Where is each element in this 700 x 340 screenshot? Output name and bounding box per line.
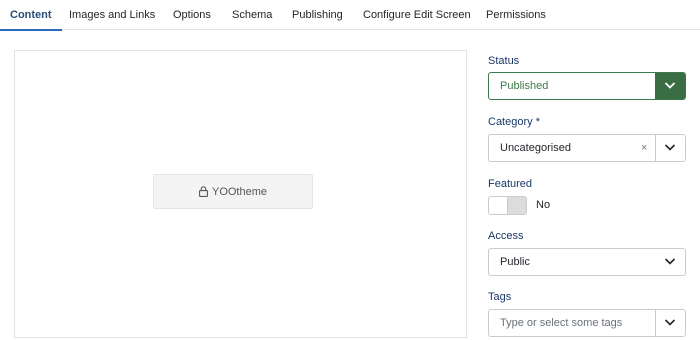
tab-options[interactable]: Options bbox=[173, 0, 211, 30]
access-select[interactable]: Public bbox=[488, 248, 686, 276]
featured-toggle[interactable] bbox=[488, 196, 527, 215]
tab-schema[interactable]: Schema bbox=[232, 0, 272, 30]
tab-bar: Content Images and Links Options Schema … bbox=[0, 0, 700, 31]
category-label: Category * bbox=[488, 116, 540, 128]
clear-icon[interactable]: × bbox=[641, 135, 647, 162]
chevron-down-icon bbox=[664, 258, 676, 265]
select-divider bbox=[655, 310, 656, 336]
featured-label: Featured bbox=[488, 178, 533, 190]
select-divider bbox=[655, 135, 656, 161]
chevron-down-icon[interactable] bbox=[664, 143, 676, 152]
status-value: Published bbox=[500, 80, 549, 92]
tags-label: Tags bbox=[488, 291, 512, 303]
status-dropdown-toggle[interactable] bbox=[655, 73, 685, 99]
status-label: Status bbox=[488, 55, 520, 67]
category-value: Uncategorised bbox=[500, 142, 571, 154]
tab-content[interactable]: Content bbox=[0, 0, 61, 31]
yootheme-builder-button[interactable]: YOOtheme bbox=[153, 174, 313, 209]
tab-images-and-links[interactable]: Images and Links bbox=[69, 0, 155, 30]
chevron-down-icon bbox=[664, 82, 676, 89]
access-value: Public bbox=[500, 256, 530, 268]
access-label: Access bbox=[488, 230, 524, 242]
tab-permissions[interactable]: Permissions bbox=[486, 0, 546, 30]
lock-icon bbox=[199, 186, 208, 197]
tags-placeholder[interactable]: Type or select some tags bbox=[500, 310, 622, 336]
featured-value: No bbox=[536, 199, 551, 211]
toggle-knob bbox=[489, 197, 508, 214]
editor-area: YOOtheme bbox=[14, 50, 467, 338]
status-select[interactable]: Published bbox=[488, 72, 686, 100]
category-select[interactable]: Uncategorised × bbox=[488, 134, 686, 162]
chevron-down-icon[interactable] bbox=[664, 318, 676, 327]
tab-configure-edit-screen[interactable]: Configure Edit Screen bbox=[363, 0, 471, 30]
tab-publishing[interactable]: Publishing bbox=[292, 0, 343, 30]
yootheme-builder-label: YOOtheme bbox=[211, 185, 268, 198]
tags-select[interactable]: Type or select some tags bbox=[488, 309, 686, 337]
